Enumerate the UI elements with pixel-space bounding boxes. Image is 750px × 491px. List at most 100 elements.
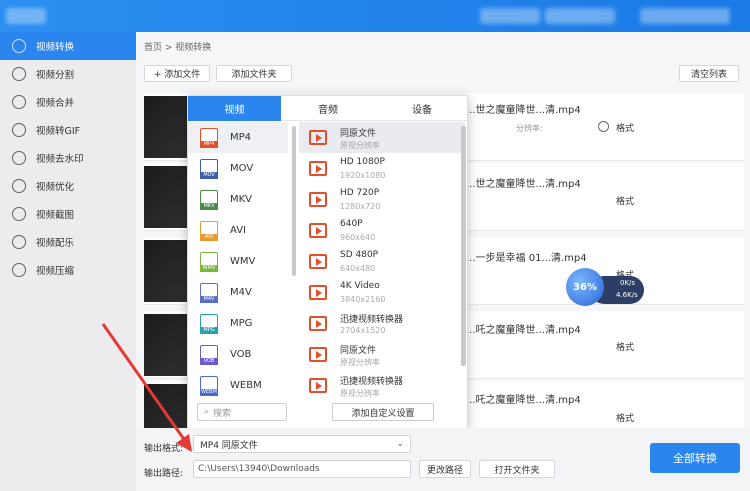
sidebar: 视频转换 视频分割 视频合并 视频转GIF 视频去水印 视频优化 视频截图 视频… <box>0 32 136 491</box>
output-path-field[interactable]: C:\Users\13940\Downloads <box>193 460 411 478</box>
format-tag: MP4 <box>200 140 218 148</box>
format-label: MKV <box>230 194 253 205</box>
music-icon <box>12 235 26 249</box>
preset-resolution: 640x480 <box>340 264 376 273</box>
preset-item[interactable]: 4K Video 3840x2160 <box>299 277 465 308</box>
preset-item[interactable]: HD 720P 1280x720 <box>299 184 465 215</box>
preset-resolution: 1280x720 <box>340 202 381 211</box>
preset-name: 640P <box>340 219 363 229</box>
format-item-mov[interactable]: MOV MOV <box>188 153 288 184</box>
file-format-icon: MOV <box>200 158 218 179</box>
sidebar-item-split[interactable]: 视频分割 <box>0 60 136 88</box>
tab-audio[interactable]: 音频 <box>281 96 375 121</box>
video-file-icon <box>309 254 327 269</box>
file-name: ...一步是幸福 01...清.mp4 <box>466 253 587 264</box>
sidebar-item-merge[interactable]: 视频合并 <box>0 88 136 116</box>
format-button[interactable]: 格式 <box>616 121 634 134</box>
preset-name: HD 1080P <box>340 157 385 167</box>
window-controls[interactable] <box>640 8 730 24</box>
preset-resolution: 960x640 <box>340 233 376 242</box>
preset-resolution: 原视分辨率 <box>340 389 380 398</box>
convert-icon <box>12 39 26 53</box>
preset-item[interactable]: 迅捷视频转换器 2704x1520 <box>299 308 465 339</box>
format-button[interactable]: 格式 <box>616 340 634 353</box>
output-format-select[interactable]: MP4 同原文件 ⌄ <box>193 435 411 453</box>
preset-item[interactable]: SD 480P 640x480 <box>299 246 465 277</box>
format-item-mpg[interactable]: MPG MPG <box>188 308 288 339</box>
format-label: MPG <box>230 318 253 329</box>
format-item-webm[interactable]: WEBM WEBM <box>188 370 288 401</box>
open-folder-button[interactable]: 打开文件夹 <box>479 460 555 478</box>
format-item-mkv[interactable]: MKV MKV <box>188 184 288 215</box>
format-tag: VOB <box>200 357 218 365</box>
format-label: M4V <box>230 287 252 298</box>
video-file-icon <box>309 347 327 362</box>
format-item-wmv[interactable]: WMV WMV <box>188 246 288 277</box>
format-label: WMV <box>230 256 256 267</box>
sidebar-item-screenshot[interactable]: 视频截图 <box>0 200 136 228</box>
sidebar-item-music[interactable]: 视频配乐 <box>0 228 136 256</box>
file-name: ...吒之魔童降世...清.mp4 <box>466 395 581 406</box>
resolution-label: 分辨率: <box>516 124 543 133</box>
preset-resolution: 原视分辨率 <box>340 358 380 367</box>
preset-name: 同原文件 <box>340 346 377 356</box>
format-dropdown: 视频 音频 设备 MP4 MP4 MOV MOV MKV MKV AVI AVI WMV WMV M… <box>187 95 469 429</box>
merge-icon <box>12 95 26 109</box>
file-name: ...吒之魔童降世...清.mp4 <box>466 325 581 336</box>
format-item-m4v[interactable]: M4V M4V <box>188 277 288 308</box>
sidebar-item-optimize[interactable]: 视频优化 <box>0 172 136 200</box>
video-file-icon <box>309 192 327 207</box>
app-logo <box>6 8 46 24</box>
preset-name: 迅捷视频转换器 <box>340 315 404 325</box>
sidebar-item-compress[interactable]: 视频压缩 <box>0 256 136 284</box>
add-custom-setting-button[interactable]: 添加自定义设置 <box>332 403 434 421</box>
preset-name: HD 720P <box>340 188 380 198</box>
watermark-icon <box>12 151 26 165</box>
format-tag: WEBM <box>200 388 218 396</box>
format-item-vob[interactable]: VOB VOB <box>188 339 288 370</box>
preset-item[interactable]: 同原文件 原视分辨率 <box>299 122 465 153</box>
preset-item[interactable]: HD 1080P 1920x1080 <box>299 153 465 184</box>
file-name: ...世之魔童降世...清.mp4 <box>466 105 581 116</box>
file-format-icon: M4V <box>200 282 218 303</box>
blurred-header-item <box>545 8 615 24</box>
format-tag: M4V <box>200 295 218 303</box>
chevron-down-icon: ⌄ <box>396 439 404 449</box>
change-path-button[interactable]: 更改路径 <box>419 460 471 478</box>
preset-item[interactable]: 迅捷视频转换器 原视分辨率 <box>299 370 465 401</box>
file-format-icon: MPG <box>200 313 218 334</box>
title-bar <box>0 0 750 32</box>
video-file-icon <box>309 285 327 300</box>
convert-all-button[interactable]: 全部转换 <box>650 443 740 473</box>
preset-item[interactable]: 同原文件 原视分辨率 <box>299 339 465 370</box>
sidebar-item-watermark[interactable]: 视频去水印 <box>0 144 136 172</box>
compress-icon <box>12 263 26 277</box>
preset-list-scrollbar[interactable] <box>461 126 466 366</box>
format-list-scrollbar[interactable] <box>292 126 296 276</box>
split-icon <box>12 67 26 81</box>
file-format-icon: MKV <box>200 189 218 210</box>
format-label: MOV <box>230 163 254 174</box>
file-format-icon: WEBM <box>200 375 218 396</box>
preset-name: 4K Video <box>340 281 380 291</box>
search-input[interactable]: ⌕ 搜索 <box>197 403 287 421</box>
add-file-button[interactable]: + 添加文件 <box>144 65 210 82</box>
clear-list-button[interactable]: 清空列表 <box>679 65 739 82</box>
add-folder-button[interactable]: 添加文件夹 <box>216 65 292 82</box>
tab-device[interactable]: 设备 <box>375 96 469 121</box>
format-item-mp4[interactable]: MP4 MP4 <box>188 122 288 153</box>
format-button[interactable]: 格式 <box>616 194 634 207</box>
video-file-icon <box>309 161 327 176</box>
sidebar-item-convert[interactable]: 视频转换 <box>0 32 136 60</box>
gear-icon[interactable] <box>598 121 609 132</box>
sidebar-item-gif[interactable]: 视频转GIF <box>0 116 136 144</box>
preset-item[interactable]: 640P 960x640 <box>299 215 465 246</box>
download-speed: 4.6K/s <box>616 291 638 299</box>
format-button[interactable]: 格式 <box>616 411 634 424</box>
tab-video[interactable]: 视频 <box>188 96 281 121</box>
format-item-avi[interactable]: AVI AVI <box>188 215 288 246</box>
optimize-icon <box>12 179 26 193</box>
speed-ball[interactable]: 36% <box>566 268 604 306</box>
video-file-icon <box>309 130 327 145</box>
blurred-header-item <box>480 8 540 24</box>
